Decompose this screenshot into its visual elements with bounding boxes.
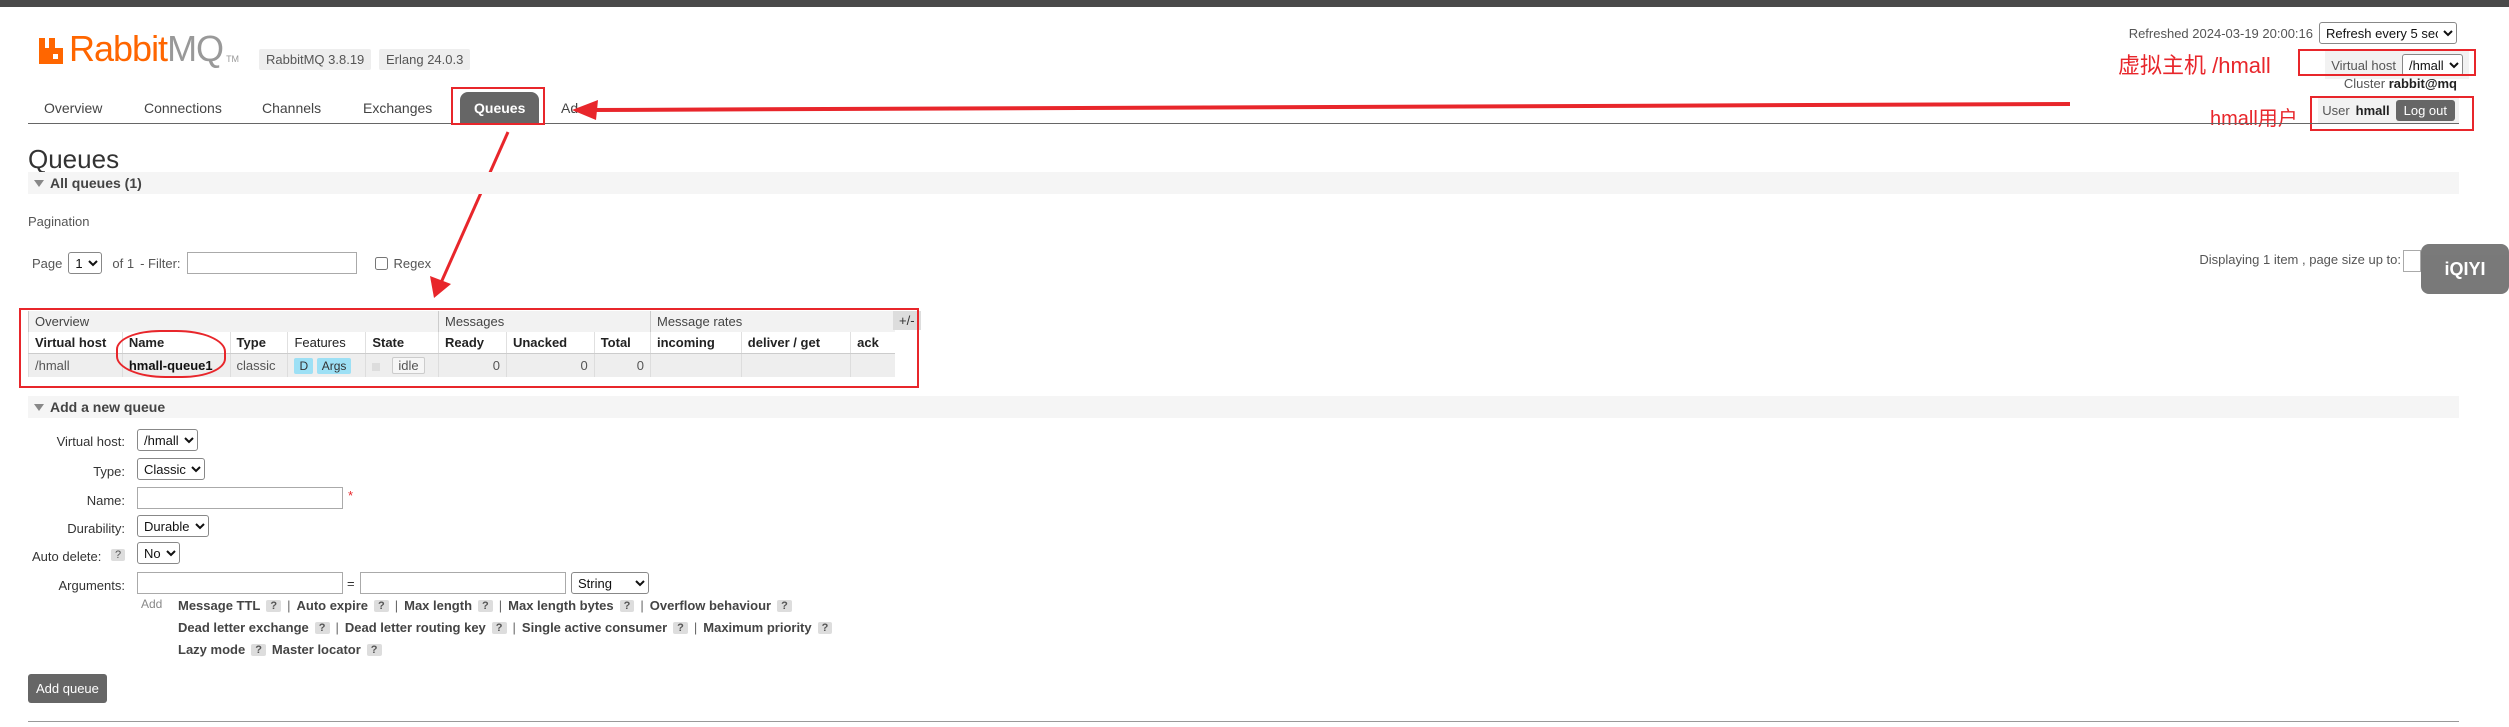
add-queue-button[interactable]: Add queue bbox=[28, 674, 107, 703]
separator: | bbox=[394, 598, 399, 613]
displaying-label: Displaying 1 item , page size up to: bbox=[2199, 252, 2401, 267]
separator: | bbox=[287, 598, 291, 613]
pagination-label: Pagination bbox=[28, 214, 90, 229]
type-select[interactable]: Classic bbox=[137, 458, 205, 480]
arguments-shortcuts-row3: Lazy mode? Master locator? bbox=[178, 642, 382, 657]
required-mark: * bbox=[348, 488, 354, 503]
arg-master-locator[interactable]: Master locator bbox=[272, 642, 361, 657]
autodelete-help-button[interactable]: ? bbox=[111, 549, 126, 561]
arg-help-button[interactable]: ? bbox=[673, 621, 688, 634]
argument-type-select[interactable]: String bbox=[571, 572, 649, 594]
arg-help-button[interactable]: ? bbox=[366, 643, 382, 656]
arg-help-button[interactable]: ? bbox=[817, 621, 833, 634]
arrow-head-table bbox=[430, 276, 451, 298]
filter-input[interactable] bbox=[186, 252, 357, 274]
arg-maximum-priority[interactable]: Maximum priority bbox=[703, 620, 811, 635]
arg-max-length-bytes[interactable]: Max length bytes bbox=[508, 598, 613, 613]
all-queues-title: All queues (1) bbox=[50, 175, 142, 191]
arg-help-button[interactable]: ? bbox=[491, 621, 507, 634]
of-label: of 1 bbox=[112, 255, 135, 271]
separator: | bbox=[498, 598, 503, 613]
arguments-field-label: Arguments: bbox=[58, 578, 125, 593]
arg-help-button[interactable]: ? bbox=[777, 599, 792, 612]
arg-dead-letter-exchange[interactable]: Dead letter exchange bbox=[178, 620, 309, 635]
durability-field-label: Durability: bbox=[67, 521, 125, 536]
page-title: Queues bbox=[28, 144, 120, 174]
collapse-triangle-icon bbox=[34, 403, 44, 411]
arrow-to-table bbox=[438, 131, 510, 286]
vhost-field-label: Virtual host: bbox=[56, 434, 125, 449]
arguments-shortcuts-row1: Message TTL? | Auto expire? | Max length? |… bbox=[178, 598, 792, 613]
arg-help-button[interactable]: ? bbox=[478, 599, 493, 612]
arg-dead-letter-routing-key[interactable]: Dead letter routing key bbox=[345, 620, 486, 635]
arg-help-button[interactable]: ? bbox=[374, 599, 389, 612]
separator: | bbox=[335, 620, 339, 635]
arg-overflow-behaviour[interactable]: Overflow behaviour bbox=[650, 598, 771, 613]
argument-key-input[interactable] bbox=[137, 572, 343, 594]
arg-help-button[interactable]: ? bbox=[266, 599, 282, 612]
arg-max-length[interactable]: Max length bbox=[404, 598, 472, 613]
annotation-circle-queue-name bbox=[116, 330, 226, 378]
add-argument-label: Add bbox=[141, 597, 163, 611]
separator: | bbox=[512, 620, 516, 635]
arg-help-button[interactable]: ? bbox=[619, 599, 635, 612]
arg-auto-expire[interactable]: Auto expire bbox=[296, 598, 368, 613]
arg-message-ttl[interactable]: Message TTL bbox=[178, 598, 260, 613]
collapse-triangle-icon bbox=[34, 179, 44, 187]
argument-value-input[interactable] bbox=[360, 572, 566, 594]
add-queue-section[interactable]: Add a new queue bbox=[28, 396, 2459, 418]
queue-name-input[interactable] bbox=[137, 487, 343, 509]
arg-help-button[interactable]: ? bbox=[314, 621, 330, 634]
separator: | bbox=[693, 620, 698, 635]
type-field-label: Type: bbox=[93, 464, 125, 479]
filter-label: - Filter: bbox=[140, 255, 181, 271]
regex-checkbox[interactable] bbox=[374, 256, 388, 270]
regex-label: Regex bbox=[393, 255, 432, 271]
arg-help-button[interactable]: ? bbox=[251, 643, 266, 656]
name-field-label: Name: bbox=[86, 493, 125, 508]
durability-select[interactable]: Durable bbox=[137, 515, 209, 537]
autodelete-select[interactable]: No bbox=[137, 542, 180, 564]
equals-sign: = bbox=[347, 576, 355, 591]
add-vhost-select[interactable]: /hmall bbox=[137, 429, 198, 451]
arg-lazy-mode[interactable]: Lazy mode bbox=[178, 642, 245, 657]
all-queues-section[interactable]: All queues (1) bbox=[28, 172, 2459, 194]
arguments-shortcuts-row2: Dead letter exchange? | Dead letter routi… bbox=[178, 620, 833, 635]
page-label: Page bbox=[32, 255, 63, 271]
arrow-head-tabs bbox=[572, 100, 598, 120]
iqiyi-watermark: iQIYI bbox=[2421, 244, 2509, 294]
arg-single-active-consumer[interactable]: Single active consumer bbox=[522, 620, 667, 635]
page-select[interactable]: 1 bbox=[68, 252, 103, 274]
separator: | bbox=[640, 598, 644, 613]
page-size-input[interactable] bbox=[2403, 250, 2421, 272]
autodelete-field-label: Auto delete: bbox=[32, 549, 102, 564]
add-queue-title: Add a new queue bbox=[50, 399, 166, 415]
pagination-controls: Page 1 of 1 - Filter: Regex bbox=[32, 252, 431, 274]
arrow-to-tabs bbox=[589, 102, 2071, 112]
bottom-divider bbox=[28, 721, 2459, 722]
